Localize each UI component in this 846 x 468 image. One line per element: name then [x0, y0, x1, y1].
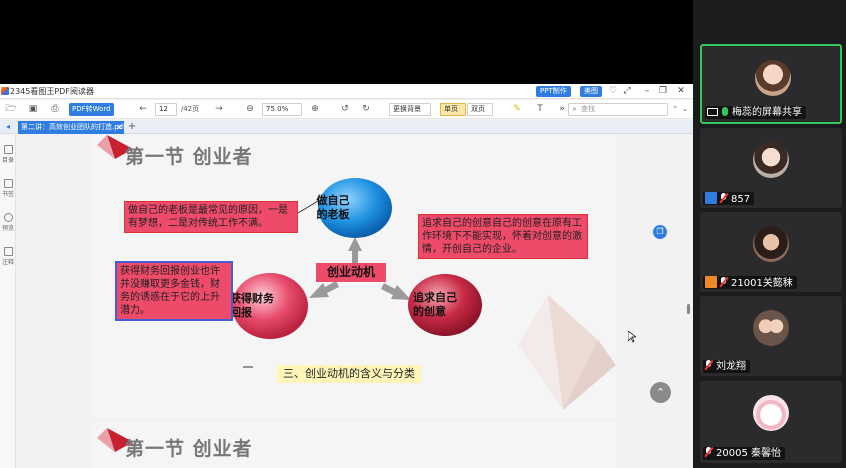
- highlighter-icon[interactable]: ✎: [509, 103, 525, 116]
- participant-tile[interactable]: 梅蕊的屏幕共享: [700, 44, 842, 124]
- new-tab-icon[interactable]: +: [127, 120, 137, 133]
- rotate-left-icon[interactable]: ↺: [339, 103, 351, 116]
- callout-boss: 做自己的老板是最常见的原因，一是有梦想，二是对传统工作不满。: [124, 201, 298, 233]
- page-number-input[interactable]: 12: [155, 103, 177, 116]
- participant-tile[interactable]: 21001关懿秣: [700, 212, 842, 292]
- slide-caption: 三、创业动机的含义与分类: [277, 365, 421, 383]
- fullscreen-icon[interactable]: ⤢: [620, 85, 634, 98]
- next-slide-heading: 第一节 创业者: [125, 438, 253, 460]
- app-title: 2345看图王PDF阅读器: [10, 87, 94, 96]
- participant-tile[interactable]: 857: [700, 128, 842, 208]
- participant-name: 21001关懿秣: [731, 278, 793, 289]
- pdf-page: 第一节 创业者 做自己 的老板 获得财务 回报 追求自己 的创意 创业动机 做自…: [93, 135, 616, 417]
- tab-document[interactable]: 第二讲：高效创业团队的打造.pdf: [18, 121, 124, 134]
- circle-boss-label: 做自己 的老板: [316, 194, 350, 221]
- title-bar: 2345看图王PDF阅读器 PPT制作 美图 ♡ ⤢ – ❐ ✕: [0, 84, 693, 99]
- sidebar-item-label: 预览: [1, 225, 14, 232]
- sidebar-item-preview[interactable]: 预览: [0, 213, 16, 232]
- next-page-icon[interactable]: →: [213, 103, 225, 116]
- mic-muted-icon: [705, 447, 712, 457]
- avatar: [753, 310, 789, 346]
- minimize-icon[interactable]: –: [640, 85, 654, 98]
- user-icon: [705, 276, 717, 288]
- sidebar-item-label: 注释: [1, 259, 14, 266]
- participant-name: 梅蕊的屏幕共享: [732, 107, 802, 118]
- participant-name: 刘龙翔: [716, 361, 746, 372]
- pdf-viewer-window: 2345看图王PDF阅读器 PPT制作 美图 ♡ ⤢ – ❐ ✕ 🗁 ▣ ⎙ P…: [0, 84, 693, 468]
- avatar: [753, 395, 789, 431]
- search-down-icon[interactable]: ⌄: [680, 103, 690, 116]
- mic-muted-icon: [705, 360, 712, 370]
- zoom-in-icon[interactable]: ⊕: [309, 103, 321, 116]
- callout-idea: 追求自己的创意自己的创意在原有工作环境下不能实现，怀着对创意的激情，开创自己的企…: [418, 214, 588, 259]
- open-folder-icon[interactable]: 🗁: [5, 103, 17, 116]
- mic-on-icon: [722, 107, 728, 116]
- close-icon[interactable]: ✕: [674, 85, 688, 98]
- participant-tile[interactable]: 刘龙翔: [700, 296, 842, 376]
- tab-document-label: 第二讲：高效创业团队的打造.pdf: [21, 123, 124, 131]
- sidebar-toggle-icon[interactable]: ◂: [3, 120, 13, 133]
- main-toolbar: 🗁 ▣ ⎙ PDF转Word ← 12 /42页 → ⊖ 75.0% ⊕ ↺ ↻…: [0, 100, 693, 119]
- mic-muted-icon: [720, 277, 727, 287]
- ppt-make-button[interactable]: PPT制作: [536, 86, 571, 97]
- preview-eye-icon: [3, 213, 13, 222]
- beautify-button[interactable]: 美图: [580, 86, 602, 97]
- print-icon[interactable]: ⎙: [49, 103, 61, 116]
- back-to-top-icon[interactable]: ⌃: [650, 382, 671, 403]
- sidebar-item-label: 书签: [1, 191, 14, 198]
- bookmark-icon: [3, 179, 13, 188]
- user-icon: [705, 192, 717, 204]
- skin-icon[interactable]: ♡: [606, 85, 620, 98]
- participant-footer: 21001关懿秣: [703, 276, 797, 289]
- participant-name: 20005 秦馨怡: [716, 448, 781, 459]
- zoom-select[interactable]: 75.0%: [262, 103, 302, 116]
- participant-footer: 梅蕊的屏幕共享: [705, 106, 806, 119]
- tab-close-icon[interactable]: ✕: [115, 121, 124, 134]
- avatar: [753, 226, 789, 262]
- rotate-right-icon[interactable]: ↻: [360, 103, 372, 116]
- save-icon[interactable]: ▣: [27, 103, 39, 116]
- sidebar-item-toc[interactable]: 目录: [0, 145, 16, 164]
- participant-footer: 刘龙翔: [703, 360, 750, 373]
- mic-muted-icon: [720, 193, 727, 203]
- search-icon: ⌕: [572, 105, 577, 113]
- sidebar-item-bookmark[interactable]: 书签: [0, 179, 16, 198]
- callout-finance: 获得财务回报创业也许并没赚取更多金钱，财务的诱惑在于它的上升潜力。: [115, 261, 233, 321]
- sidebar-item-label: 目录: [1, 157, 14, 164]
- zoom-out-icon[interactable]: ⊖: [244, 103, 256, 116]
- mouse-cursor-icon: [628, 331, 636, 343]
- search-up-icon[interactable]: ⌃: [670, 103, 680, 116]
- pdf-page-next: 第一节 创业者: [93, 422, 616, 468]
- background-select[interactable]: 更换背景: [389, 103, 431, 116]
- circle-idea-label: 追求自己 的创意: [413, 291, 457, 318]
- participant-footer: 857: [703, 192, 755, 205]
- participant-tile[interactable]: 20005 秦馨怡: [700, 381, 842, 463]
- tab-bar: ◂ 第二讲：高效创业团队的打造.pdf ✕ +: [0, 120, 693, 134]
- toc-icon: [3, 145, 13, 154]
- app-logo-icon: [1, 87, 9, 95]
- prev-page-icon[interactable]: ←: [137, 103, 149, 116]
- pdf-to-word-button[interactable]: PDF转Word: [69, 103, 114, 116]
- search-input[interactable]: 查找: [568, 103, 668, 116]
- text-tool-icon[interactable]: T: [533, 103, 547, 116]
- double-page-button[interactable]: 双页: [467, 103, 493, 116]
- circle-finance-label: 获得财务 回报: [230, 292, 274, 319]
- sidebar-item-annotation[interactable]: 注释: [0, 247, 16, 266]
- screen-share-icon: [707, 108, 718, 116]
- single-page-button[interactable]: 单页: [440, 103, 466, 116]
- scrollbar-thumb[interactable]: [687, 304, 690, 314]
- participant-footer: 20005 秦馨怡: [703, 447, 785, 460]
- avatar: [753, 142, 789, 178]
- annotation-icon: [3, 247, 13, 256]
- more-tools-icon[interactable]: »: [558, 103, 566, 116]
- center-label: 创业动机: [316, 263, 386, 282]
- copy-float-icon[interactable]: ❐: [653, 225, 667, 239]
- avatar: [755, 60, 791, 96]
- participant-name: 857: [731, 194, 751, 205]
- maximize-icon[interactable]: ❐: [656, 85, 670, 98]
- left-sidebar: 目录 书签 预览 注释: [0, 135, 16, 468]
- page-total: /42页: [180, 105, 200, 113]
